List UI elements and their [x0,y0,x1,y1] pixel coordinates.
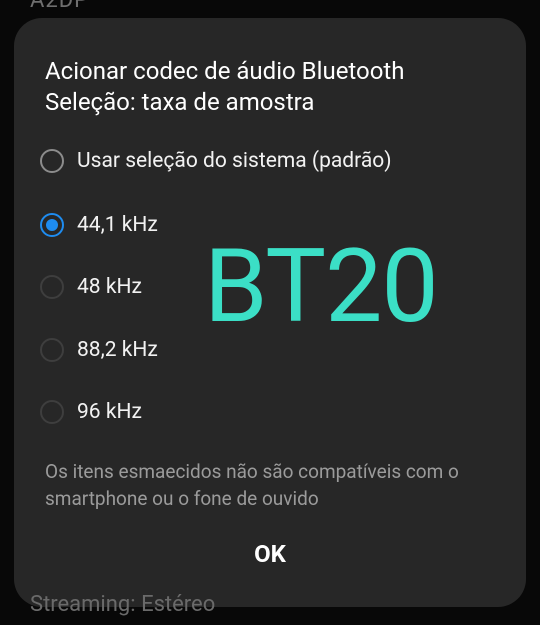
sample-rate-dialog: Acionar codec de áudio Bluetooth Seleção… [14,18,526,607]
radio-button-icon[interactable] [40,149,64,173]
dialog-title-line2: Seleção: taxa de amostra [45,88,315,116]
option-label: 88,2 kHz [77,338,158,362]
background-footer-text: Streaming: Estéreo [30,592,216,617]
dialog-title-line1: Acionar codec de áudio Bluetooth [45,57,405,85]
radio-button-disabled-icon [40,400,64,424]
option-label: 44,1 kHz [77,213,158,237]
option-48-khz: 48 kHz [40,269,142,305]
radio-button-disabled-icon [40,275,64,299]
radio-button-disabled-icon [40,338,64,362]
option-label: Usar seleção do sistema (padrão) [77,149,392,173]
option-88-2-khz: 88,2 kHz [40,332,158,368]
option-system-default[interactable]: Usar seleção do sistema (padrão) [40,143,392,179]
background-header-text: A2DP [30,0,90,13]
dialog-title: Acionar codec de áudio Bluetooth Seleção… [45,56,515,118]
option-label: 96 kHz [77,400,142,424]
bt20-watermark: BT20 [204,226,439,346]
compatibility-note: Os itens esmaecidos não são compatíveis … [45,460,459,510]
radio-button-selected-icon[interactable] [40,213,64,237]
option-label: 48 kHz [77,275,142,299]
ok-button[interactable]: OK [230,532,310,576]
option-96-khz: 96 kHz [40,394,142,430]
option-44-1-khz[interactable]: 44,1 kHz [40,207,158,243]
